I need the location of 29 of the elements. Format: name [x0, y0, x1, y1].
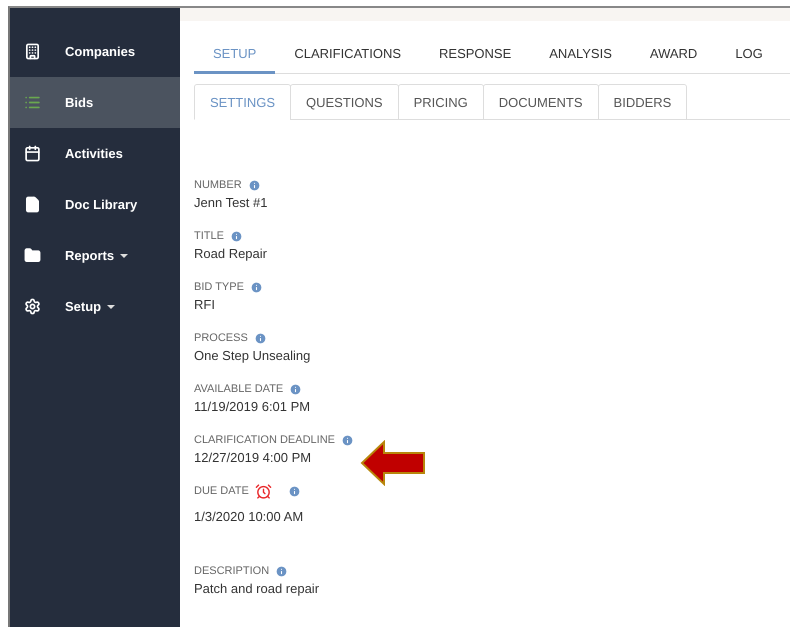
field-value: RFI	[194, 297, 216, 312]
tab[interactable]: LOG	[716, 38, 782, 74]
field-value: Road Repair	[194, 246, 268, 261]
field-label: NUMBER	[194, 179, 242, 191]
sidebar-item[interactable]: Companies	[10, 26, 180, 77]
sidebar-item[interactable]: Activities	[10, 128, 180, 179]
sidebar-item[interactable]: Setup	[10, 281, 180, 332]
tab[interactable]: CLARIFICATIONS	[275, 38, 420, 74]
field-label: BID TYPE	[194, 281, 244, 293]
field-label: AVAILABLE DATE	[194, 383, 284, 395]
sidebar-item[interactable]: Bids	[10, 77, 180, 128]
field-value: 11/19/2019 6:01 PM	[194, 399, 312, 414]
tab[interactable]: RESPONSE	[420, 38, 530, 74]
field-label: CLARIFICATION DEADLINE	[194, 434, 335, 446]
field-value: 12/27/2019 4:00 PM	[194, 450, 312, 465]
field-label: DESCRIPTION	[194, 565, 270, 577]
sub-tab[interactable]: BIDDERS	[598, 84, 688, 120]
field-label: TITLE	[194, 230, 224, 242]
tab[interactable]: ANALYSIS	[530, 38, 631, 74]
field-value: Patch and road repair	[194, 581, 320, 596]
sidebar-item[interactable]: Doc Library	[10, 179, 180, 230]
field-label: DUE DATE	[194, 485, 249, 497]
field-value: 1/3/2020 10:00 AM	[194, 509, 304, 524]
field-value: One Step Unsealing	[194, 348, 312, 363]
sub-tab[interactable]: QUESTIONS	[290, 84, 399, 120]
field-label: PROCESS	[194, 332, 248, 344]
field-value: Jenn Test #1	[194, 195, 268, 210]
sidebar-item[interactable]: Reports	[10, 230, 180, 281]
tab[interactable]: AWARD	[630, 38, 716, 74]
